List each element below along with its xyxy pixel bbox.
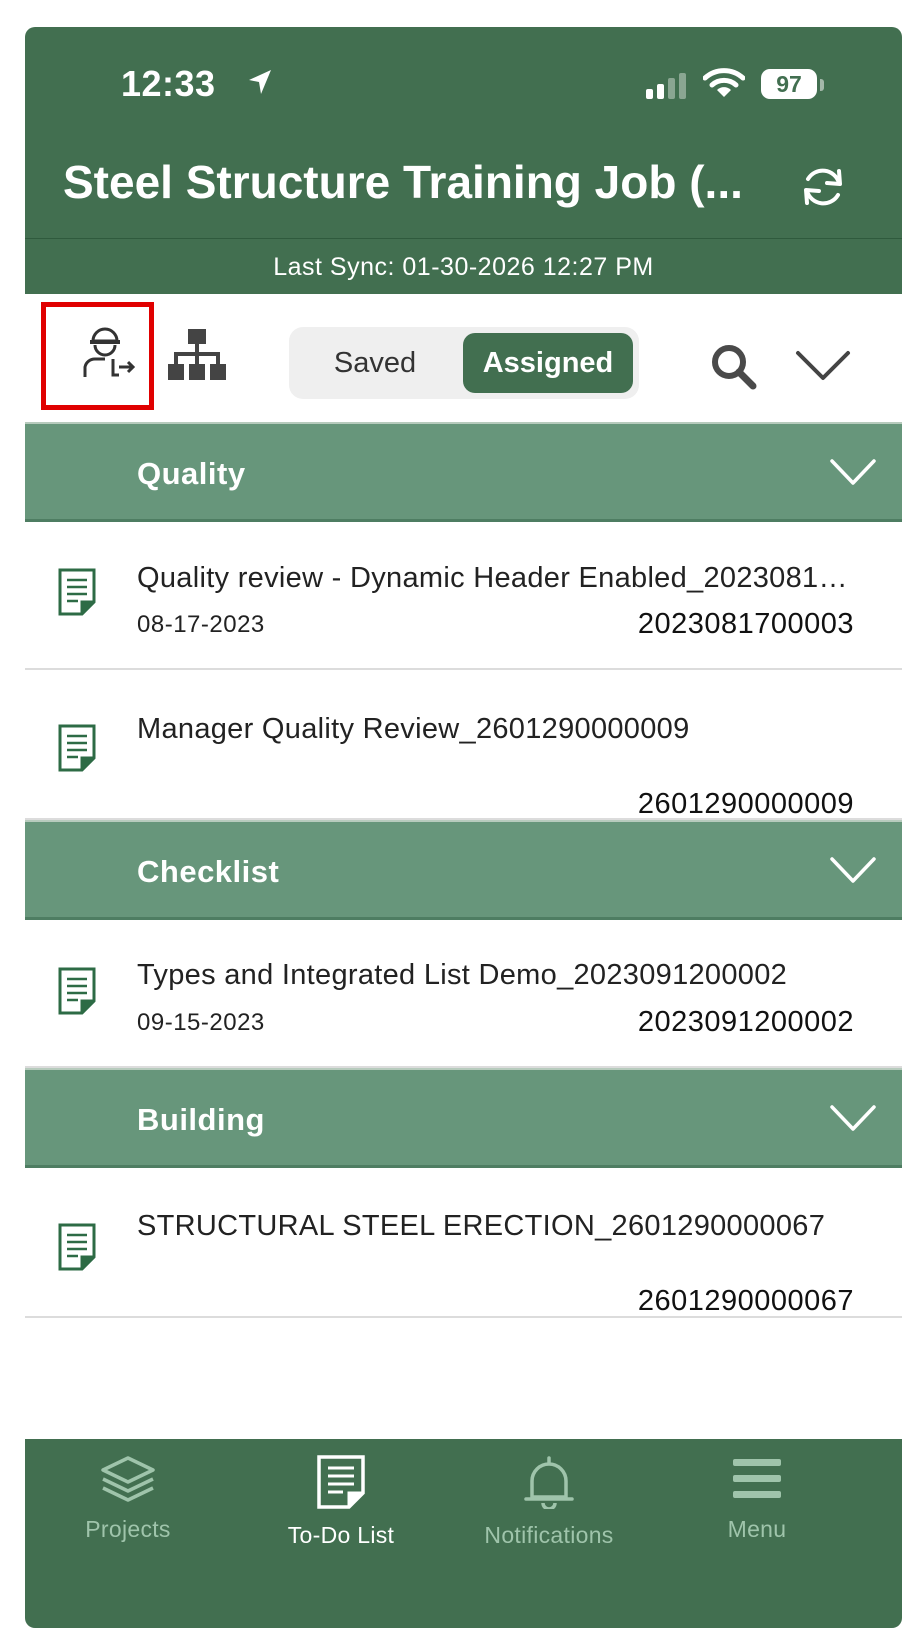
tab-label: To-Do List bbox=[287, 1522, 395, 1548]
item-id: 2601290000009 bbox=[637, 788, 854, 820]
item-title: Manager Quality Review_2601290000009 bbox=[137, 713, 690, 745]
tab-label: Projects bbox=[85, 1516, 171, 1542]
document-icon bbox=[317, 1455, 365, 1509]
toolbar: Saved Assigned bbox=[25, 294, 902, 422]
item-id: 2023091200002 bbox=[637, 1006, 854, 1038]
tab-projects[interactable]: Projects bbox=[28, 1455, 228, 1543]
chevron-down-icon bbox=[830, 459, 876, 485]
hierarchy-icon[interactable] bbox=[168, 329, 226, 383]
document-icon bbox=[58, 967, 96, 1015]
item-title: Types and Integrated List Demo_202309120… bbox=[137, 959, 788, 991]
document-icon bbox=[58, 568, 96, 616]
segment-saved[interactable]: Saved bbox=[289, 327, 461, 399]
tab-to-do-list[interactable]: To-Do List bbox=[241, 1455, 441, 1549]
segment-assigned[interactable]: Assigned bbox=[463, 333, 633, 393]
document-icon bbox=[58, 1223, 96, 1271]
sync-icon[interactable] bbox=[799, 165, 847, 209]
location-arrow-icon bbox=[249, 70, 271, 94]
chevron-down-icon[interactable] bbox=[795, 349, 851, 383]
menu-icon bbox=[733, 1459, 781, 1498]
bell-icon bbox=[524, 1456, 574, 1511]
tab-menu[interactable]: Menu bbox=[657, 1455, 857, 1543]
status-time: 12:33 bbox=[121, 63, 216, 104]
header-divider bbox=[25, 238, 902, 239]
saved-assigned-toggle: Saved Assigned bbox=[289, 327, 639, 399]
section-header-quality[interactable]: Quality bbox=[25, 422, 902, 522]
item-date: 09-15-2023 bbox=[137, 1009, 265, 1036]
page-title: Steel Structure Training Job (... bbox=[63, 156, 743, 208]
search-icon[interactable] bbox=[711, 344, 757, 390]
cellular-signal-icon bbox=[646, 73, 686, 99]
battery-tip bbox=[820, 79, 824, 91]
item-date: 08-17-2023 bbox=[137, 611, 265, 638]
item-title: STRUCTURAL STEEL ERECTION_2601290000067 bbox=[137, 1210, 826, 1242]
section-label: Quality bbox=[137, 456, 246, 491]
section-header-checklist[interactable]: Checklist bbox=[25, 820, 902, 920]
layers-icon bbox=[101, 1456, 155, 1502]
item-id: 2601290000067 bbox=[637, 1285, 854, 1317]
tab-label: Notifications bbox=[484, 1522, 614, 1548]
app-header: 12:33 97 Steel Structure Training Job (.… bbox=[25, 27, 902, 294]
chevron-down-icon bbox=[830, 857, 876, 883]
worker-checkout-icon bbox=[83, 327, 135, 377]
list-item[interactable]: STRUCTURAL STEEL ERECTION_2601290000067 … bbox=[25, 1168, 902, 1318]
list-item[interactable]: Types and Integrated List Demo_202309120… bbox=[25, 920, 902, 1068]
section-header-building[interactable]: Building bbox=[25, 1068, 902, 1168]
chevron-down-icon bbox=[830, 1105, 876, 1131]
list-item[interactable]: Quality review - Dynamic Header Enabled_… bbox=[25, 522, 902, 670]
list-item[interactable]: Manager Quality Review_2601290000009 260… bbox=[25, 670, 902, 820]
last-sync-text: Last Sync: 01-30-2026 12:27 PM bbox=[273, 253, 654, 281]
item-title: Quality review - Dynamic Header Enabled_… bbox=[137, 562, 857, 594]
document-icon bbox=[58, 724, 96, 772]
worker-checkout-button[interactable] bbox=[41, 302, 154, 410]
battery-indicator: 97 bbox=[761, 69, 817, 99]
item-id: 2023081700003 bbox=[637, 608, 854, 640]
tab-notifications[interactable]: Notifications bbox=[449, 1455, 649, 1549]
section-label: Building bbox=[137, 1102, 265, 1137]
app-frame: 12:33 97 Steel Structure Training Job (.… bbox=[25, 27, 902, 1628]
wifi-icon bbox=[703, 68, 745, 97]
section-label: Checklist bbox=[137, 854, 280, 889]
bottom-tab-bar: Projects To-Do List Notifications Menu bbox=[25, 1439, 902, 1628]
tab-label: Menu bbox=[727, 1516, 787, 1542]
